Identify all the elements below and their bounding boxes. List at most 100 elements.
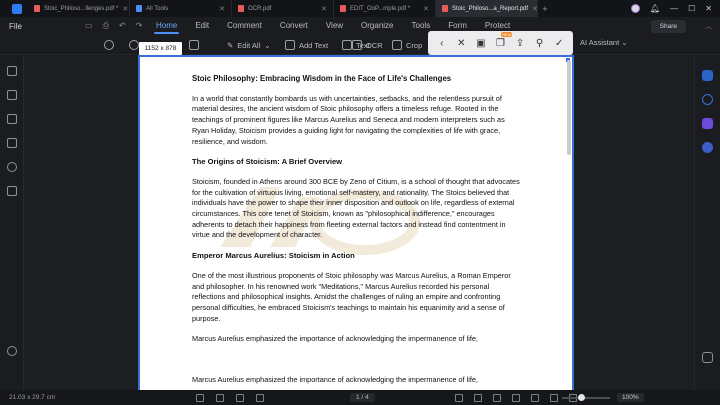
select-tool-button[interactable] bbox=[189, 38, 199, 52]
paragraph: One of the most illustrious proponents o… bbox=[192, 270, 511, 323]
menu-comment[interactable]: Comment bbox=[218, 17, 271, 35]
page-scrollbar[interactable] bbox=[567, 60, 571, 155]
properties-icon[interactable] bbox=[702, 142, 713, 153]
crop-icon bbox=[392, 40, 402, 50]
edit-icon: ✎ bbox=[227, 40, 234, 50]
undo-icon[interactable]: ↶ bbox=[119, 21, 126, 31]
menu-view[interactable]: View bbox=[317, 17, 352, 35]
tab-bar: Stoic_Philoso...llenges.pdf * ✕ All Tool… bbox=[0, 0, 720, 17]
chevron-up-icon[interactable]: ︿ bbox=[705, 21, 712, 31]
layers-icon[interactable] bbox=[7, 186, 17, 196]
menu-home[interactable]: Home bbox=[147, 17, 186, 35]
attachment-icon[interactable] bbox=[7, 138, 17, 148]
copy-icon[interactable]: ❐ NEW bbox=[493, 31, 513, 49]
select-mode-icon[interactable] bbox=[196, 393, 204, 402]
status-bar: 21.03 x 29.7 cm 1 / 4 100% bbox=[0, 390, 720, 405]
paragraph: Marcus Aurelius emphasized the importanc… bbox=[192, 334, 478, 344]
pdf-file-icon bbox=[34, 5, 40, 12]
app-logo-icon[interactable] bbox=[12, 3, 22, 14]
minimize-button[interactable]: — bbox=[670, 4, 678, 13]
share-button[interactable]: Share bbox=[650, 19, 686, 33]
zoom-in-icon bbox=[129, 40, 139, 50]
new-tab-button[interactable]: + bbox=[538, 4, 552, 14]
pdf-page[interactable]: Stoic Philosophy: Embracing Wisdom in th… bbox=[138, 55, 574, 392]
ai-assistant-label: AI Assistant bbox=[580, 38, 620, 47]
tools-icon bbox=[136, 5, 142, 12]
new-badge: NEW bbox=[501, 31, 513, 37]
file-menu[interactable]: File bbox=[9, 22, 33, 31]
close-icon[interactable]: ✕ bbox=[423, 5, 429, 13]
search-icon[interactable] bbox=[7, 162, 17, 172]
fit-width-icon[interactable] bbox=[531, 393, 539, 402]
tab-all-tools[interactable]: All Tools ✕ bbox=[130, 0, 232, 17]
select-icon bbox=[189, 40, 199, 50]
menu-convert[interactable]: Convert bbox=[271, 17, 317, 35]
underlying-page-text: Marcus Aurelius emphasized the importanc… bbox=[192, 375, 478, 384]
help-icon[interactable] bbox=[7, 346, 17, 356]
page-nav-controls bbox=[455, 393, 577, 402]
back-icon[interactable]: ‹ bbox=[435, 38, 449, 49]
quick-access: ▭ ⎙ ↶ ↷ bbox=[85, 21, 142, 31]
zoom-out-button[interactable] bbox=[104, 38, 114, 52]
add-text-button[interactable]: Add Text bbox=[285, 38, 328, 52]
zoom-slider-handle[interactable] bbox=[578, 394, 585, 401]
zoom-out-icon bbox=[104, 40, 114, 50]
fit-page-icon[interactable] bbox=[550, 393, 558, 402]
tab-document[interactable]: Stoic_Philoso...llenges.pdf * ✕ bbox=[28, 0, 130, 17]
section-heading: The Origins of Stoicism: A Brief Overvie… bbox=[192, 157, 343, 167]
zoom-level[interactable]: 100% bbox=[617, 393, 644, 402]
last-page-icon[interactable] bbox=[474, 393, 482, 402]
previous-page-icon[interactable] bbox=[256, 393, 264, 402]
avatar[interactable] bbox=[630, 4, 640, 13]
assistant-icon[interactable] bbox=[702, 118, 713, 129]
pin-icon[interactable]: ⚲ bbox=[533, 38, 547, 49]
crop-button[interactable]: Crop bbox=[392, 38, 422, 52]
close-icon[interactable]: ✕ bbox=[321, 5, 327, 13]
tab-label: OCR.pdf bbox=[248, 5, 272, 12]
zoom-slider[interactable] bbox=[562, 397, 610, 399]
chevron-down-icon: ⌄ bbox=[264, 40, 271, 50]
add-text-label: Add Text bbox=[299, 40, 329, 50]
tab-document[interactable]: OCR.pdf ✕ bbox=[232, 0, 334, 17]
maximize-button[interactable]: ☐ bbox=[688, 4, 695, 13]
document-title: Stoic Philosophy: Embracing Wisdom in th… bbox=[192, 74, 452, 83]
translate-icon[interactable] bbox=[702, 94, 713, 105]
tab-document[interactable]: EDIT_OoP...mple.pdf * ✕ bbox=[334, 0, 436, 17]
settings-icon[interactable] bbox=[702, 352, 713, 363]
close-icon[interactable]: ✕ bbox=[122, 5, 128, 13]
bell-icon[interactable]: 🔔︎ bbox=[650, 4, 660, 13]
thumbnails-icon[interactable] bbox=[7, 66, 17, 76]
tab-label: All Tools bbox=[146, 5, 169, 12]
ai-assistant-button[interactable]: AI Assistant ⌄ bbox=[580, 38, 628, 47]
menu-organize[interactable]: Organize bbox=[352, 17, 402, 35]
ocr-button[interactable]: OCR bbox=[352, 38, 383, 52]
first-page-icon[interactable] bbox=[236, 393, 244, 402]
save-icon[interactable]: ▭ bbox=[85, 21, 93, 31]
close-window-button[interactable]: ✕ bbox=[705, 4, 712, 13]
tab-label: Stoic_Philoso...llenges.pdf * bbox=[44, 5, 119, 12]
print-icon[interactable]: ⎙ bbox=[103, 21, 109, 31]
close-icon[interactable]: ✕ bbox=[219, 5, 225, 13]
edit-all-button[interactable]: ✎ Edit All ⌄ bbox=[227, 38, 271, 52]
paragraph: Stoicism, founded in Athens around 300 B… bbox=[192, 176, 520, 240]
two-page-icon[interactable] bbox=[512, 393, 520, 402]
save-icon[interactable]: ▣ bbox=[474, 38, 488, 49]
bookmark-icon[interactable] bbox=[7, 90, 17, 100]
page-number[interactable]: 1 / 4 bbox=[350, 393, 375, 402]
zoom-in-button[interactable] bbox=[129, 38, 139, 52]
single-page-icon[interactable] bbox=[493, 393, 501, 402]
selection-size-tooltip: 1152 x 878 bbox=[139, 42, 182, 55]
close-icon[interactable]: ✕ bbox=[454, 38, 468, 49]
comment-icon[interactable] bbox=[7, 114, 17, 124]
pdf-file-icon bbox=[238, 5, 244, 12]
confirm-icon[interactable]: ✓ bbox=[552, 38, 566, 49]
ai-icon[interactable] bbox=[702, 70, 713, 81]
next-page-icon[interactable] bbox=[455, 393, 463, 402]
menu-edit[interactable]: Edit bbox=[186, 17, 218, 35]
hand-tool-icon[interactable] bbox=[216, 393, 224, 402]
redo-icon[interactable]: ↷ bbox=[136, 21, 143, 31]
add-text-icon bbox=[285, 40, 295, 50]
export-icon[interactable]: ⇪ bbox=[513, 38, 527, 49]
left-sidebar bbox=[0, 56, 24, 390]
tab-document-active[interactable]: Stoic_Philoso...a_Report.pdf ✕ bbox=[436, 0, 538, 17]
